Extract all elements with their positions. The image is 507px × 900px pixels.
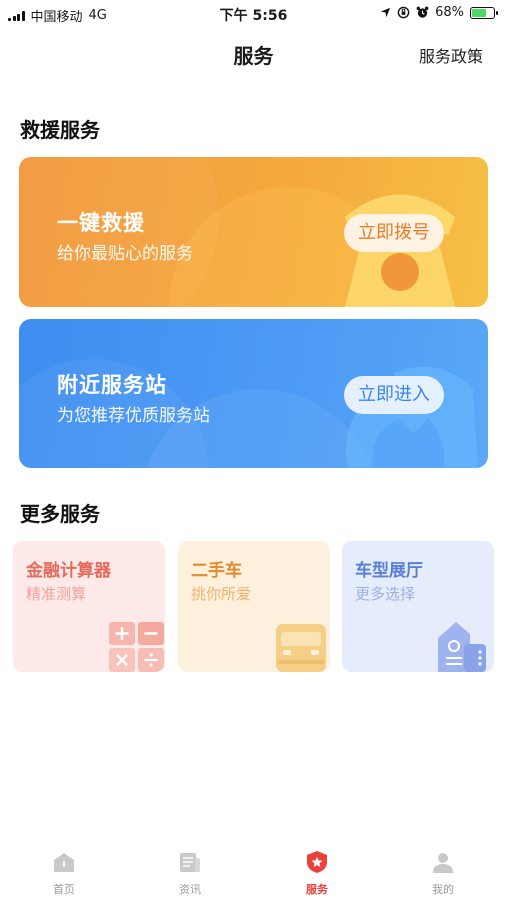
used-car-subtitle: 挑你所爱 (191, 585, 252, 603)
service-policy-link[interactable]: 服务政策 (419, 43, 483, 67)
tab-news[interactable]: 资讯 (150, 850, 230, 897)
tab-profile-label: 我的 (432, 883, 454, 896)
rescue-section-title: 救援服务 (20, 118, 100, 142)
news-icon (180, 853, 200, 872)
one-key-rescue-card[interactable]: 一键救援 给你最贴心的服务 立即拨号 (19, 157, 488, 307)
nearby-station-card[interactable]: 附近服务站 为您推荐优质服务站 立即进入 (19, 319, 488, 468)
location-icon (381, 7, 391, 18)
enter-now-button[interactable]: 立即进入 (344, 376, 444, 414)
rotation-lock-icon (397, 6, 410, 19)
used-car-title: 二手车 (191, 561, 242, 581)
service-star-icon (307, 851, 327, 873)
showroom-card[interactable]: 车型展厅 更多选择 (342, 541, 494, 672)
tab-service-label: 服务 (306, 883, 328, 896)
tab-home[interactable]: 首页 (24, 850, 104, 897)
finance-calculator-card[interactable]: 金融计算器 精准测算 (13, 541, 165, 672)
alarm-icon (416, 6, 429, 18)
one-key-rescue-title: 一键救援 (57, 211, 145, 235)
one-key-rescue-subtitle: 给你最贴心的服务 (57, 244, 193, 264)
dial-now-button[interactable]: 立即拨号 (344, 214, 444, 252)
tab-bar: 首页 资讯 服务 我的 (0, 846, 507, 900)
battery-percent: 68% (435, 5, 464, 20)
tab-news-label: 资讯 (179, 883, 201, 896)
home-icon (54, 853, 74, 872)
status-bar: 中国移动 4G 下午 5:56 68% (0, 0, 507, 28)
used-car-card[interactable]: 二手车 挑你所爱 (178, 541, 330, 672)
calculator-icon (109, 622, 164, 672)
finance-calculator-subtitle: 精准测算 (26, 585, 87, 603)
nearby-station-subtitle: 为您推荐优质服务站 (57, 406, 210, 426)
nearby-station-title: 附近服务站 (57, 373, 167, 397)
nav-bar: 服务 服务政策 (0, 30, 507, 76)
profile-icon (433, 853, 453, 873)
battery-icon (470, 6, 498, 19)
finance-calculator-title: 金融计算器 (26, 561, 111, 581)
more-services-title: 更多服务 (20, 502, 100, 526)
tab-profile[interactable]: 我的 (403, 850, 483, 897)
showroom-subtitle: 更多选择 (355, 585, 416, 603)
showroom-title: 车型展厅 (355, 561, 423, 581)
tab-service[interactable]: 服务 (277, 850, 357, 897)
car-icon (276, 624, 326, 672)
tab-home-label: 首页 (53, 883, 75, 896)
showroom-icon (438, 622, 486, 672)
